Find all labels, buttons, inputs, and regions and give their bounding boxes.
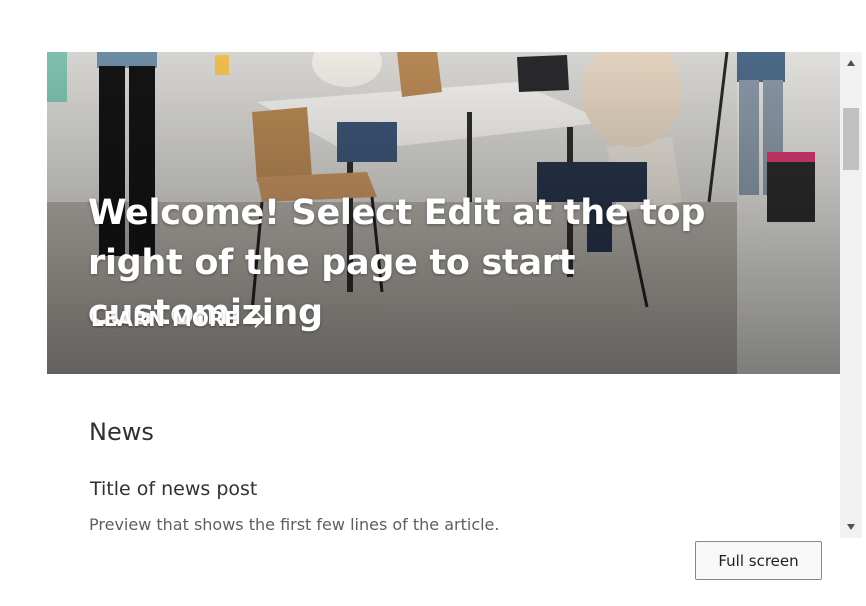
scrollbar-thumb[interactable] (843, 108, 859, 170)
hero-banner: Welcome! Select Edit at the top right of… (47, 52, 840, 374)
news-post-preview: Preview that shows the first few lines o… (89, 515, 500, 534)
triangle-down-icon (847, 524, 855, 530)
learn-more-link[interactable]: LEARN MORE (91, 307, 266, 331)
news-post-title[interactable]: Title of news post (90, 478, 257, 500)
learn-more-label: LEARN MORE (91, 307, 238, 331)
fullscreen-button[interactable]: Full screen (695, 541, 822, 580)
triangle-up-icon (847, 60, 855, 66)
vertical-scrollbar[interactable] (840, 52, 862, 538)
scroll-down-button[interactable] (840, 516, 862, 538)
news-heading: News (89, 418, 154, 446)
page-viewport: Welcome! Select Edit at the top right of… (0, 52, 840, 538)
scroll-up-button[interactable] (840, 52, 862, 74)
arrow-right-icon (245, 310, 265, 328)
